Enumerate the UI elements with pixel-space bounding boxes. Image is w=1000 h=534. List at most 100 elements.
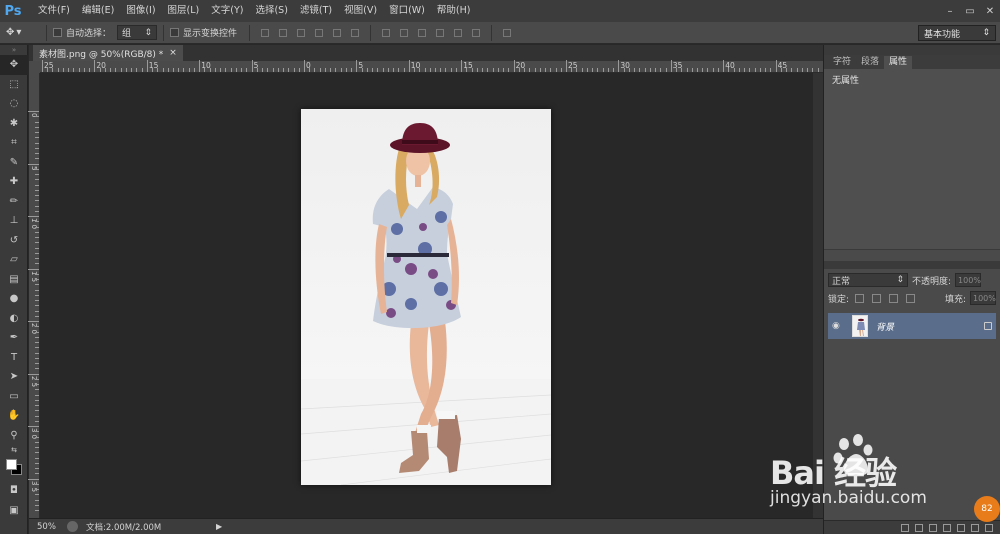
layer-style-icon[interactable] [915, 523, 923, 532]
vertical-ruler[interactable]: 051 01 52 02 53 03 5 [28, 73, 40, 518]
align-hcenter-icon[interactable] [331, 27, 343, 39]
lock-all-icon[interactable] [906, 293, 916, 303]
menu-layer[interactable]: 图层(L) [162, 0, 206, 22]
lock-pixels-icon[interactable] [872, 293, 882, 303]
hand-tool-icon[interactable]: ✋ [0, 406, 28, 426]
fill-input[interactable]: 100% [970, 291, 996, 305]
type-tool-icon[interactable]: T [0, 348, 28, 368]
lock-position-icon[interactable] [889, 293, 899, 303]
gradient-tool-icon[interactable]: ▤ [0, 270, 28, 290]
close-button[interactable]: ✕ [980, 0, 1000, 22]
rectangle-tool-icon[interactable]: ▭ [0, 387, 28, 407]
lock-transparent-icon[interactable] [855, 293, 865, 303]
auto-select-checkbox[interactable] [53, 28, 62, 37]
menu-type[interactable]: 文字(Y) [205, 0, 249, 22]
ruler-minor-tick [35, 504, 39, 506]
eyedropper-tool-icon[interactable]: ✎ [0, 153, 28, 173]
swap-colors-icon[interactable]: ⇆ [0, 445, 28, 455]
eraser-tool-icon[interactable]: ▱ [0, 250, 28, 270]
distribute-bottom-icon[interactable] [416, 27, 428, 39]
color-swatches[interactable] [0, 455, 28, 481]
document-image[interactable] [301, 109, 551, 485]
distribute-left-icon[interactable] [434, 27, 446, 39]
new-group-icon[interactable] [957, 523, 965, 532]
panel-divider[interactable] [824, 261, 1000, 269]
menu-file[interactable]: 文件(F) [32, 0, 76, 22]
vertical-scrollbar[interactable] [813, 73, 823, 518]
opacity-input[interactable]: 100% [955, 273, 982, 287]
document-tab[interactable]: 素材图.png @ 50%(RGB/8) * × [33, 45, 183, 61]
distribute-top-icon[interactable] [380, 27, 392, 39]
foreground-color[interactable] [6, 459, 17, 470]
ruler-minor-tick [403, 68, 405, 72]
menu-view[interactable]: 视图(V) [338, 0, 383, 22]
align-top-icon[interactable] [259, 27, 271, 39]
ruler-major-tick [408, 60, 410, 72]
toolbar-collapse-icon[interactable]: » [0, 45, 28, 55]
restore-button[interactable]: ▭ [960, 0, 980, 22]
align-bottom-icon[interactable] [295, 27, 307, 39]
distribute-right-icon[interactable] [470, 27, 482, 39]
minimize-button[interactable]: – [940, 0, 960, 22]
tab-properties[interactable]: 属性 [884, 56, 913, 69]
status-menu-arrow-icon[interactable]: ▶ [216, 522, 222, 531]
blend-mode-dropdown[interactable]: 正常 ⇕ [828, 273, 908, 287]
quick-select-tool-icon[interactable]: ✱ [0, 114, 28, 134]
auto-align-icon[interactable] [501, 27, 513, 39]
ruler-minor-tick [607, 68, 609, 72]
ruler-minor-tick [35, 315, 39, 317]
blur-tool-icon[interactable]: ● [0, 289, 28, 309]
align-vcenter-icon[interactable] [277, 27, 289, 39]
tab-character[interactable]: 字符 [828, 56, 856, 69]
healing-brush-tool-icon[interactable]: ✚ [0, 172, 28, 192]
ruler-minor-tick [35, 284, 39, 286]
add-mask-icon[interactable] [929, 523, 937, 532]
new-layer-icon[interactable] [971, 523, 979, 532]
panel-collapse-bar[interactable] [824, 45, 1000, 55]
lasso-tool-icon[interactable]: ◌ [0, 94, 28, 114]
ruler-minor-tick [817, 68, 819, 72]
tab-paragraph[interactable]: 段落 [856, 56, 884, 69]
crop-tool-icon[interactable]: ⌗ [0, 133, 28, 153]
dodge-tool-icon[interactable]: ◐ [0, 309, 28, 329]
menu-edit[interactable]: 编辑(E) [76, 0, 120, 22]
eye-icon[interactable]: ◉ [832, 321, 844, 331]
ruler-minor-tick [655, 68, 657, 72]
menu-select[interactable]: 选择(S) [249, 0, 293, 22]
close-icon[interactable]: × [169, 48, 177, 58]
marquee-tool-icon[interactable]: ⬚ [0, 75, 28, 95]
horizontal-ruler[interactable]: 25 20 15 10 5 0 5 10 15 20 25 30 35 40 45 [40, 60, 823, 73]
ruler-minor-tick [35, 310, 39, 312]
menu-image[interactable]: 图像(I) [120, 0, 161, 22]
tool-preset-picker[interactable]: ✥ ▾ [6, 24, 40, 42]
clone-stamp-tool-icon[interactable]: ⊥ [0, 211, 28, 231]
history-brush-tool-icon[interactable]: ↺ [0, 231, 28, 251]
path-select-tool-icon[interactable]: ➤ [0, 367, 28, 387]
zoom-level[interactable]: 50% [29, 522, 59, 532]
ruler-minor-tick [35, 405, 39, 406]
link-layers-icon[interactable] [901, 523, 909, 532]
menu-help[interactable]: 帮助(H) [431, 0, 477, 22]
status-icon[interactable] [67, 521, 78, 532]
canvas-area[interactable] [40, 73, 813, 518]
menu-filter[interactable]: 滤镜(T) [294, 0, 338, 22]
move-tool-icon[interactable]: ✥ [0, 55, 28, 75]
show-transform-checkbox[interactable] [170, 28, 180, 37]
distribute-hcenter-icon[interactable] [452, 27, 464, 39]
align-right-icon[interactable] [349, 27, 361, 39]
adjustment-layer-icon[interactable] [943, 523, 951, 532]
workspace-dropdown[interactable]: 基本功能 ⇕ [918, 25, 996, 41]
align-left-icon[interactable] [313, 27, 325, 39]
brush-tool-icon[interactable]: ✏ [0, 192, 28, 212]
delete-layer-icon[interactable] [985, 523, 993, 532]
menu-window[interactable]: 窗口(W) [383, 0, 431, 22]
layer-row-background[interactable]: ◉ 背景 [828, 313, 996, 339]
quick-mask-icon[interactable]: ◘ [0, 481, 28, 501]
ruler-minor-tick [419, 68, 421, 72]
distribute-vcenter-icon[interactable] [398, 27, 410, 39]
screen-mode-icon[interactable]: ▣ [0, 501, 28, 521]
ruler-corner[interactable] [29, 61, 40, 73]
auto-select-dropdown[interactable]: 组 ⇕ [117, 25, 158, 40]
zoom-tool-icon[interactable]: ⚲ [0, 426, 28, 446]
pen-tool-icon[interactable]: ✒ [0, 328, 28, 348]
